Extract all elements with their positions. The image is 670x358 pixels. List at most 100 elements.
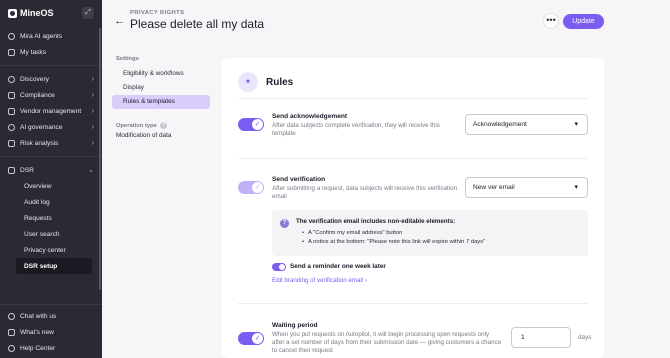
sidebar: MineOS ⤢ Mira AI agents My tasks Discove… <box>0 0 102 358</box>
list-item: A notice at the bottom: "Please note thi… <box>302 239 485 248</box>
sparkle-icon: ✦ <box>238 72 258 92</box>
send-verification-desc-1: After submitting a request, data subject… <box>272 185 458 192</box>
toggle-knob <box>279 264 285 270</box>
section-divider <box>238 158 588 159</box>
waiting-period-desc-3: to cancel their request <box>272 347 333 354</box>
chevron-right-icon: › <box>91 139 94 147</box>
brand-name: MineOS <box>20 8 54 18</box>
sidebar-item-label: What's new <box>20 328 54 336</box>
sidebar-item-label: Compliance <box>20 91 55 99</box>
send-acknowledgement-desc-1: After data subjects complete verificatio… <box>272 122 440 129</box>
document-icon <box>8 166 15 174</box>
sidebar-item-label: Mira AI agents <box>20 32 63 40</box>
sidebar-item-label: Risk analysis <box>20 139 59 147</box>
collapse-sidebar-button[interactable]: ⤢ <box>82 7 94 19</box>
send-acknowledgement-desc-2: template <box>272 130 296 137</box>
acknowledgement-template-select[interactable]: Acknowledgement ▾ <box>465 114 588 135</box>
waiting-period-toggle[interactable]: ✓ <box>238 332 264 345</box>
section-divider <box>238 98 588 99</box>
sidebar-item-my-tasks[interactable]: My tasks <box>0 44 102 60</box>
sidebar-subitem-dsr-setup[interactable]: DSR setup <box>16 258 92 274</box>
sidebar-subitem-audit-log[interactable]: Audit log <box>0 194 102 210</box>
send-verification-desc-2: email <box>272 193 287 200</box>
info-list: A "Confirm my email address" button A no… <box>302 230 485 248</box>
send-verification-toggle[interactable]: ✓ <box>238 181 264 194</box>
caret-down-icon: ▾ <box>574 184 578 191</box>
send-reminder-toggle[interactable] <box>272 263 286 271</box>
sidebar-item-risk-analysis[interactable]: Risk analysis › <box>0 135 102 151</box>
shield-icon <box>8 91 15 99</box>
sidebar-item-whats-new[interactable]: What's new <box>0 324 102 340</box>
sidebar-item-label: AI governance <box>20 123 63 131</box>
truck-icon <box>8 107 15 115</box>
sidebar-subitem-overview[interactable]: Overview <box>0 178 102 194</box>
settings-link-display[interactable]: Display <box>112 81 212 95</box>
sidebar-item-chat-with-us[interactable]: Chat with us <box>0 308 102 324</box>
section-divider <box>238 303 588 304</box>
sidebar-item-label: My tasks <box>20 48 47 56</box>
sparkle-icon <box>8 32 15 40</box>
page-title: Please delete all my data <box>130 17 265 31</box>
risk-chart-icon <box>8 139 15 147</box>
operation-type-label: Operation type ? <box>112 122 212 129</box>
sidebar-subitem-user-search[interactable]: User search <box>0 226 102 242</box>
chevron-right-icon: › <box>91 123 94 131</box>
update-button[interactable]: Update <box>563 14 604 29</box>
breadcrumb: PRIVACY RIGHTS <box>130 10 185 16</box>
days-unit-label: days <box>578 334 592 341</box>
check-icon: ✓ <box>252 182 263 193</box>
sidebar-scrollbar[interactable] <box>99 28 101 290</box>
sidebar-divider <box>0 304 102 305</box>
chevron-down-icon: ⌄ <box>88 167 94 174</box>
mineos-logo-icon <box>8 8 17 18</box>
ai-icon <box>8 123 15 131</box>
sidebar-subitem-privacy-center[interactable]: Privacy center <box>0 242 102 258</box>
back-arrow-icon[interactable]: ← <box>114 15 125 27</box>
logo: MineOS <box>8 8 54 18</box>
send-acknowledgement-toggle[interactable]: ✓ <box>238 118 264 131</box>
sidebar-item-label: Chat with us <box>20 312 57 320</box>
settings-link-eligibility[interactable]: Eligibility & workflows <box>112 67 212 81</box>
caret-down-icon: ▾ <box>574 121 578 128</box>
question-icon[interactable]: ? <box>159 122 167 129</box>
chat-icon <box>8 312 15 320</box>
send-verification-title: Send verification <box>272 176 326 183</box>
list-item: A "Confirm my email address" button <box>302 230 485 239</box>
acknowledgement-select-value: Acknowledgement <box>473 121 527 128</box>
chevron-right-icon: › <box>91 75 94 83</box>
chevron-right-icon: › <box>91 91 94 99</box>
send-reminder-label: Send a reminder one week later <box>290 263 386 270</box>
sidebar-bottom: Chat with us What's new Help Center <box>0 301 102 358</box>
sidebar-subitem-requests[interactable]: Requests <box>0 210 102 226</box>
rules-header: ✦ Rules <box>238 72 293 92</box>
waiting-days-input[interactable]: 1 <box>511 327 571 348</box>
sidebar-item-dsr[interactable]: DSR ⌄ <box>0 162 102 178</box>
settings-heading: Settings <box>116 56 139 62</box>
page-header: ← PRIVACY RIGHTS Please delete all my da… <box>102 0 670 44</box>
sidebar-item-vendor-management[interactable]: Vendor management › <box>0 103 102 119</box>
info-title: The verification email includes non-edit… <box>296 218 456 225</box>
sidebar-item-label: Vendor management <box>20 107 82 115</box>
rules-card: ✦ Rules ✓ Send acknowledgement After dat… <box>222 58 604 358</box>
sidebar-item-label: Help Center <box>20 344 56 352</box>
logo-row: MineOS ⤢ <box>0 0 102 26</box>
verification-template-select[interactable]: New ver email ▾ <box>465 177 588 198</box>
checklist-icon <box>8 48 15 56</box>
sidebar-divider <box>0 65 102 66</box>
sidebar-item-help-center[interactable]: Help Center <box>0 340 102 356</box>
sidebar-item-mira-ai-agents[interactable]: Mira AI agents <box>0 28 102 44</box>
compass-icon <box>8 75 15 83</box>
sidebar-item-discovery[interactable]: Discovery › <box>0 71 102 87</box>
settings-link-rules-templates[interactable]: Rules & templates <box>112 95 210 109</box>
sidebar-item-compliance[interactable]: Compliance › <box>0 87 102 103</box>
operation-type-label-text: Operation type <box>116 122 157 129</box>
help-icon <box>8 344 15 352</box>
sidebar-item-label: DSR <box>20 166 34 174</box>
more-options-button[interactable]: ••• <box>543 13 559 29</box>
edit-branding-link[interactable]: Edit branding of verification email › <box>272 277 367 284</box>
waiting-period-title: Waiting period <box>272 322 318 329</box>
sidebar-item-ai-governance[interactable]: AI governance › <box>0 119 102 135</box>
question-icon: ? <box>280 219 289 228</box>
chevron-right-icon: › <box>91 107 94 115</box>
rules-title: Rules <box>266 76 294 88</box>
